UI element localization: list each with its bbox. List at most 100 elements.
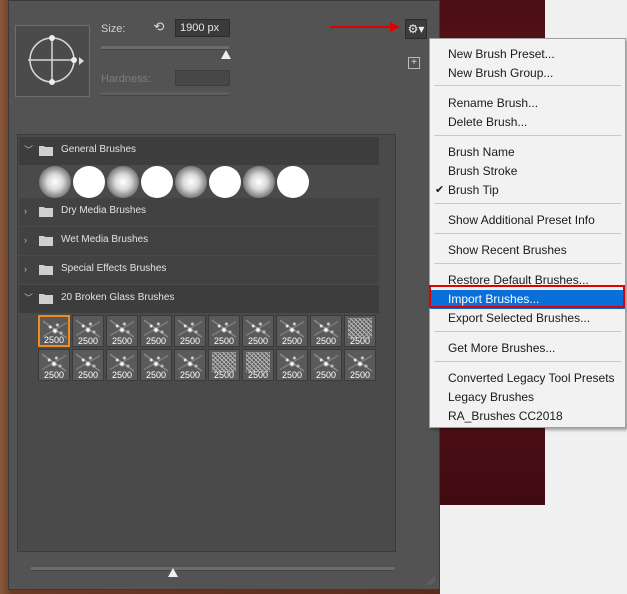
- size-label: Size:: [101, 23, 126, 35]
- brush-size-label: 2500: [349, 336, 371, 346]
- menu-item-label: Delete Brush...: [448, 115, 528, 129]
- group-wet-media-brushes[interactable]: › Wet Media Brushes: [19, 227, 379, 255]
- size-slider-track[interactable]: [101, 46, 229, 50]
- menu-item-new-brush-group[interactable]: New Brush Group...: [430, 64, 625, 83]
- brush-tip-soft-3[interactable]: [107, 166, 139, 198]
- thumbnail-size-slider-track[interactable]: [31, 567, 395, 571]
- brush-thumbnail[interactable]: 2500: [140, 349, 172, 381]
- brush-tip-soft-5[interactable]: [175, 166, 207, 198]
- menu-separator: [434, 85, 621, 86]
- chevron-right-icon[interactable]: ›: [24, 235, 34, 245]
- brush-size-label: 2500: [77, 370, 99, 380]
- chevron-right-icon[interactable]: ›: [24, 206, 34, 216]
- brush-size-label: 2500: [281, 336, 303, 346]
- chevron-down-icon[interactable]: ﹀: [24, 145, 34, 155]
- brush-thumbnail[interactable]: 2500: [140, 315, 172, 347]
- thumbnail-size-slider-thumb[interactable]: [167, 568, 178, 577]
- group-label: 20 Broken Glass Brushes: [61, 292, 175, 303]
- brush-thumbnail[interactable]: 2500: [242, 349, 274, 381]
- folder-icon: [39, 236, 53, 246]
- folder-icon: [39, 207, 53, 217]
- menu-item-rename-brush[interactable]: Rename Brush...: [430, 94, 625, 113]
- brush-thumbnail[interactable]: 2500: [276, 315, 308, 347]
- new-brush-group-icon[interactable]: +: [408, 57, 420, 69]
- chevron-right-icon[interactable]: ›: [24, 264, 34, 274]
- menu-item-label: Export Selected Brushes...: [448, 311, 591, 325]
- brush-thumbnail[interactable]: 2500: [72, 349, 104, 381]
- brush-texture: [76, 352, 100, 372]
- menu-item-legacy-brushes[interactable]: Legacy Brushes: [430, 388, 625, 407]
- brush-texture: [76, 318, 100, 338]
- menu-item-label: Rename Brush...: [448, 96, 539, 110]
- group-broken-glass-brushes[interactable]: ﹀ 20 Broken Glass Brushes: [19, 285, 379, 313]
- menu-item-label: Brush Name: [448, 145, 515, 159]
- brush-thumbnail[interactable]: 2500: [242, 315, 274, 347]
- brush-tip-soft-1[interactable]: [39, 166, 71, 198]
- brush-size-label: 2500: [247, 336, 269, 346]
- menu-item-show-additional-preset-info[interactable]: Show Additional Preset Info: [430, 211, 625, 230]
- preview-expand-arrow-icon[interactable]: [79, 57, 84, 65]
- folder-icon: [39, 146, 53, 156]
- group-label: General Brushes: [61, 144, 137, 155]
- brush-size-label: 2500: [43, 370, 65, 380]
- brush-tip-soft-7[interactable]: [243, 166, 275, 198]
- group-dry-media-brushes[interactable]: › Dry Media Brushes: [19, 198, 379, 226]
- brush-texture: [144, 352, 168, 372]
- chevron-down-icon[interactable]: ﹀: [24, 293, 34, 303]
- brush-texture: [178, 318, 202, 338]
- brush-texture: [144, 318, 168, 338]
- brush-thumbnail[interactable]: 2500: [344, 349, 376, 381]
- brush-thumbnail[interactable]: 2500: [208, 349, 240, 381]
- gear-icon[interactable]: ⚙▾: [405, 19, 427, 39]
- menu-item-brush-stroke[interactable]: Brush Stroke: [430, 162, 625, 181]
- brush-texture: [348, 352, 372, 372]
- menu-item-label: Show Additional Preset Info: [448, 213, 595, 227]
- group-label: Special Effects Brushes: [61, 263, 167, 274]
- brush-thumbnail[interactable]: 2500: [106, 315, 138, 347]
- menu-item-new-brush-preset[interactable]: New Brush Preset...: [430, 45, 625, 64]
- brush-tip-hard-6[interactable]: [209, 166, 241, 198]
- brush-size-label: 2500: [213, 336, 235, 346]
- brush-thumbnail[interactable]: 2500: [38, 315, 70, 347]
- brush-thumbnail[interactable]: 2500: [38, 349, 70, 381]
- size-input[interactable]: 1900 px: [175, 19, 230, 37]
- menu-item-show-recent-brushes[interactable]: Show Recent Brushes: [430, 241, 625, 260]
- menu-item-converted-legacy-tool-presets[interactable]: Converted Legacy Tool Presets: [430, 369, 625, 388]
- menu-item-brush-tip[interactable]: ✔ Brush Tip: [430, 181, 625, 200]
- size-slider-thumb[interactable]: [221, 50, 232, 59]
- brush-tip-hard-2[interactable]: [73, 166, 105, 198]
- brush-texture: [178, 352, 202, 372]
- menu-item-export-selected-brushes[interactable]: Export Selected Brushes...: [430, 309, 625, 328]
- hardness-input: [175, 70, 230, 86]
- group-special-effects-brushes[interactable]: › Special Effects Brushes: [19, 256, 379, 284]
- brush-thumbnail[interactable]: 2500: [174, 315, 206, 347]
- brush-tip-hard-4[interactable]: [141, 166, 173, 198]
- group-label: Dry Media Brushes: [61, 205, 147, 216]
- brush-thumbnail[interactable]: 2500: [310, 315, 342, 347]
- reset-size-icon[interactable]: ⟲: [152, 20, 166, 34]
- background-app-area-bottom: [440, 505, 627, 594]
- menu-item-brush-name[interactable]: Brush Name: [430, 143, 625, 162]
- brush-thumbnail[interactable]: 2500: [276, 349, 308, 381]
- brush-texture: [280, 318, 304, 338]
- menu-item-delete-brush[interactable]: Delete Brush...: [430, 113, 625, 132]
- brush-size-label: 2500: [315, 370, 337, 380]
- menu-separator: [434, 361, 621, 362]
- brush-size-label: 2500: [111, 336, 133, 346]
- brush-size-label: 2500: [281, 370, 303, 380]
- brush-thumbnail[interactable]: 2500: [310, 349, 342, 381]
- group-general-brushes[interactable]: ﹀ General Brushes: [19, 137, 379, 165]
- brush-thumbnail[interactable]: 2500: [174, 349, 206, 381]
- brush-tip-hard-8[interactable]: [277, 166, 309, 198]
- checkmark-icon: ✔: [435, 184, 445, 196]
- menu-item-get-more-brushes[interactable]: Get More Brushes...: [430, 339, 625, 358]
- brush-thumbnail[interactable]: 2500: [208, 315, 240, 347]
- menu-item-ra-brushes-cc2018[interactable]: RA_Brushes CC2018: [430, 407, 625, 426]
- menu-item-label: New Brush Group...: [448, 66, 554, 80]
- brush-thumbnail[interactable]: 2500: [344, 315, 376, 347]
- brush-thumbnail[interactable]: 2500: [106, 349, 138, 381]
- brush-texture: [110, 352, 134, 372]
- brush-size-label: 2500: [247, 370, 269, 380]
- resize-grip-icon[interactable]: [425, 575, 435, 585]
- brush-thumbnail[interactable]: 2500: [72, 315, 104, 347]
